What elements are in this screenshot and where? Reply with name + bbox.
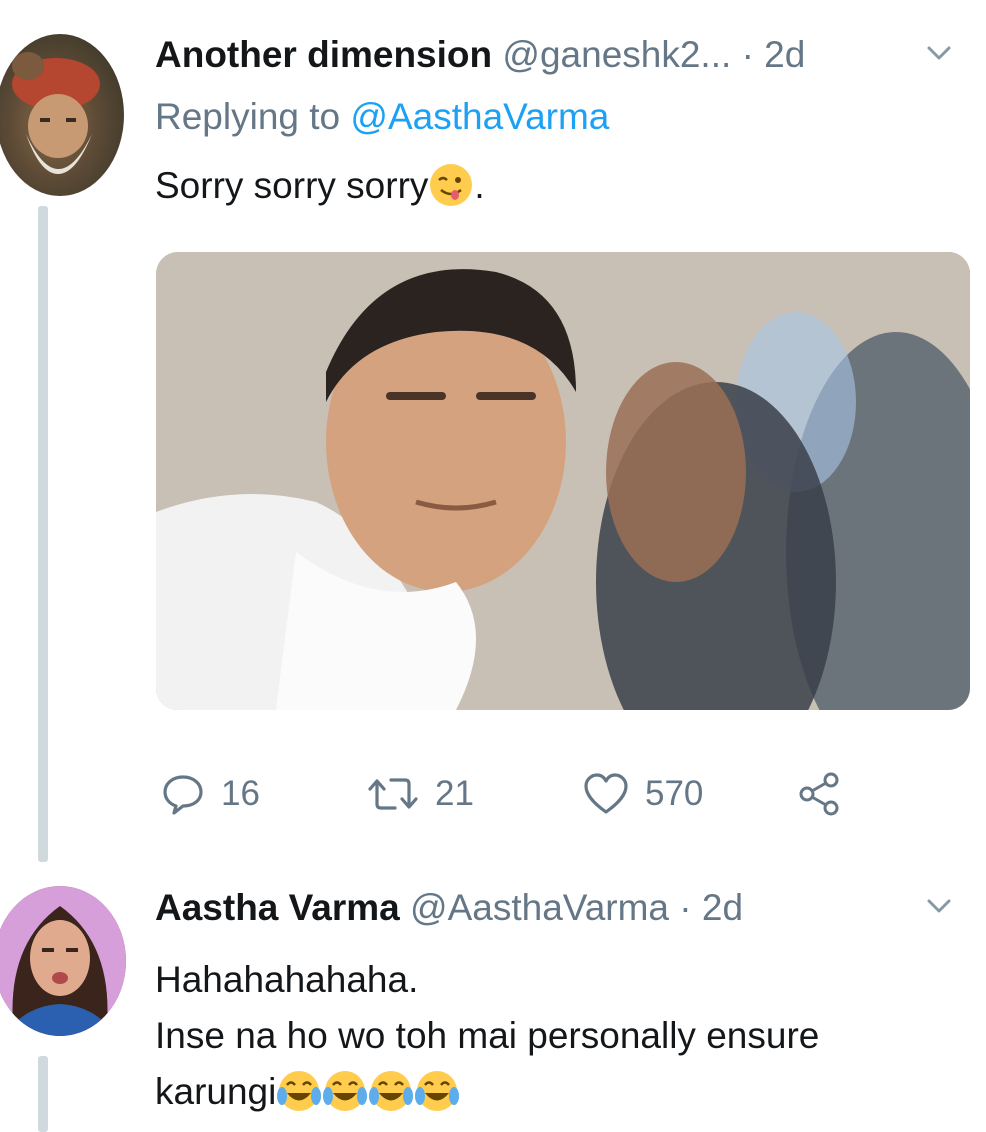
share-button[interactable] [797, 768, 843, 820]
reply-count: 16 [221, 774, 260, 813]
photo-of-man-in-white-kurta [156, 252, 970, 710]
user-handle[interactable]: @ganeshk2... [502, 34, 731, 75]
reply-icon [163, 775, 203, 815]
like-button[interactable]: 570 [583, 768, 703, 820]
tweet-actions: 16 21 570 [155, 768, 895, 820]
replying-label: Replying to [155, 96, 341, 137]
avatar[interactable] [0, 34, 124, 196]
avatar[interactable] [0, 886, 126, 1036]
display-name[interactable]: Another dimension [155, 34, 492, 75]
separator-dot: · [679, 887, 692, 928]
tweet-text-suffix: . [474, 165, 485, 206]
thread-line [38, 1056, 48, 1132]
replying-handle-link[interactable]: @AasthaVarma [350, 96, 609, 137]
winking-face-with-tongue-icon [430, 164, 473, 206]
reply-button[interactable]: 16 [161, 768, 260, 820]
chevron-down-icon[interactable] [926, 893, 952, 919]
tweet-text-line-3: karungi [155, 1064, 965, 1120]
user-handle[interactable]: @AasthaVarma [410, 887, 669, 928]
timestamp[interactable]: 2d [764, 34, 805, 75]
face-with-tears-of-joy-icon [369, 1071, 414, 1111]
separator-dot: · [741, 34, 754, 75]
like-count: 570 [645, 774, 704, 813]
tweet-aastha-varma[interactable]: Aastha Varma @AasthaVarma · 2d Hahahahah… [0, 862, 986, 1132]
tweet-text: Hahahahahaha. Inse na ho wo toh mai pers… [155, 952, 965, 1120]
avatar-sage-illustration [12, 52, 100, 174]
avatar-woman-photo [0, 886, 126, 1036]
face-with-tears-of-joy-icon [415, 1071, 460, 1111]
tweet-text-line-3-content: karungi [155, 1071, 277, 1112]
face-with-tears-of-joy-icon [323, 1071, 368, 1111]
tweet-text-content: Sorry sorry sorry [155, 165, 429, 206]
share-icon [799, 772, 839, 816]
retweet-button[interactable]: 21 [367, 768, 474, 820]
tweet-text: Sorry sorry sorry . [155, 158, 485, 214]
tweet-another-dimension[interactable]: Another dimension @ganeshk2... · 2d Repl… [0, 0, 986, 862]
retweet-icon [368, 778, 418, 810]
heart-icon [584, 773, 628, 814]
display-name[interactable]: Aastha Varma [155, 887, 400, 928]
tweet-image[interactable] [156, 252, 970, 710]
timestamp[interactable]: 2d [702, 887, 743, 928]
thread-line [38, 206, 48, 862]
tweet-header: Another dimension @ganeshk2... · 2d [155, 34, 966, 80]
tweet-header: Aastha Varma @AasthaVarma · 2d [155, 887, 966, 933]
tweet-text-line-2: Inse na ho wo toh mai personally ensure [155, 1015, 820, 1056]
face-with-tears-of-joy-icon [277, 1071, 322, 1111]
retweet-count: 21 [435, 774, 474, 813]
chevron-down-icon[interactable] [926, 40, 952, 66]
replying-to: Replying to @AasthaVarma [155, 96, 609, 138]
tweet-text-line-1: Hahahahahaha. [155, 959, 419, 1000]
